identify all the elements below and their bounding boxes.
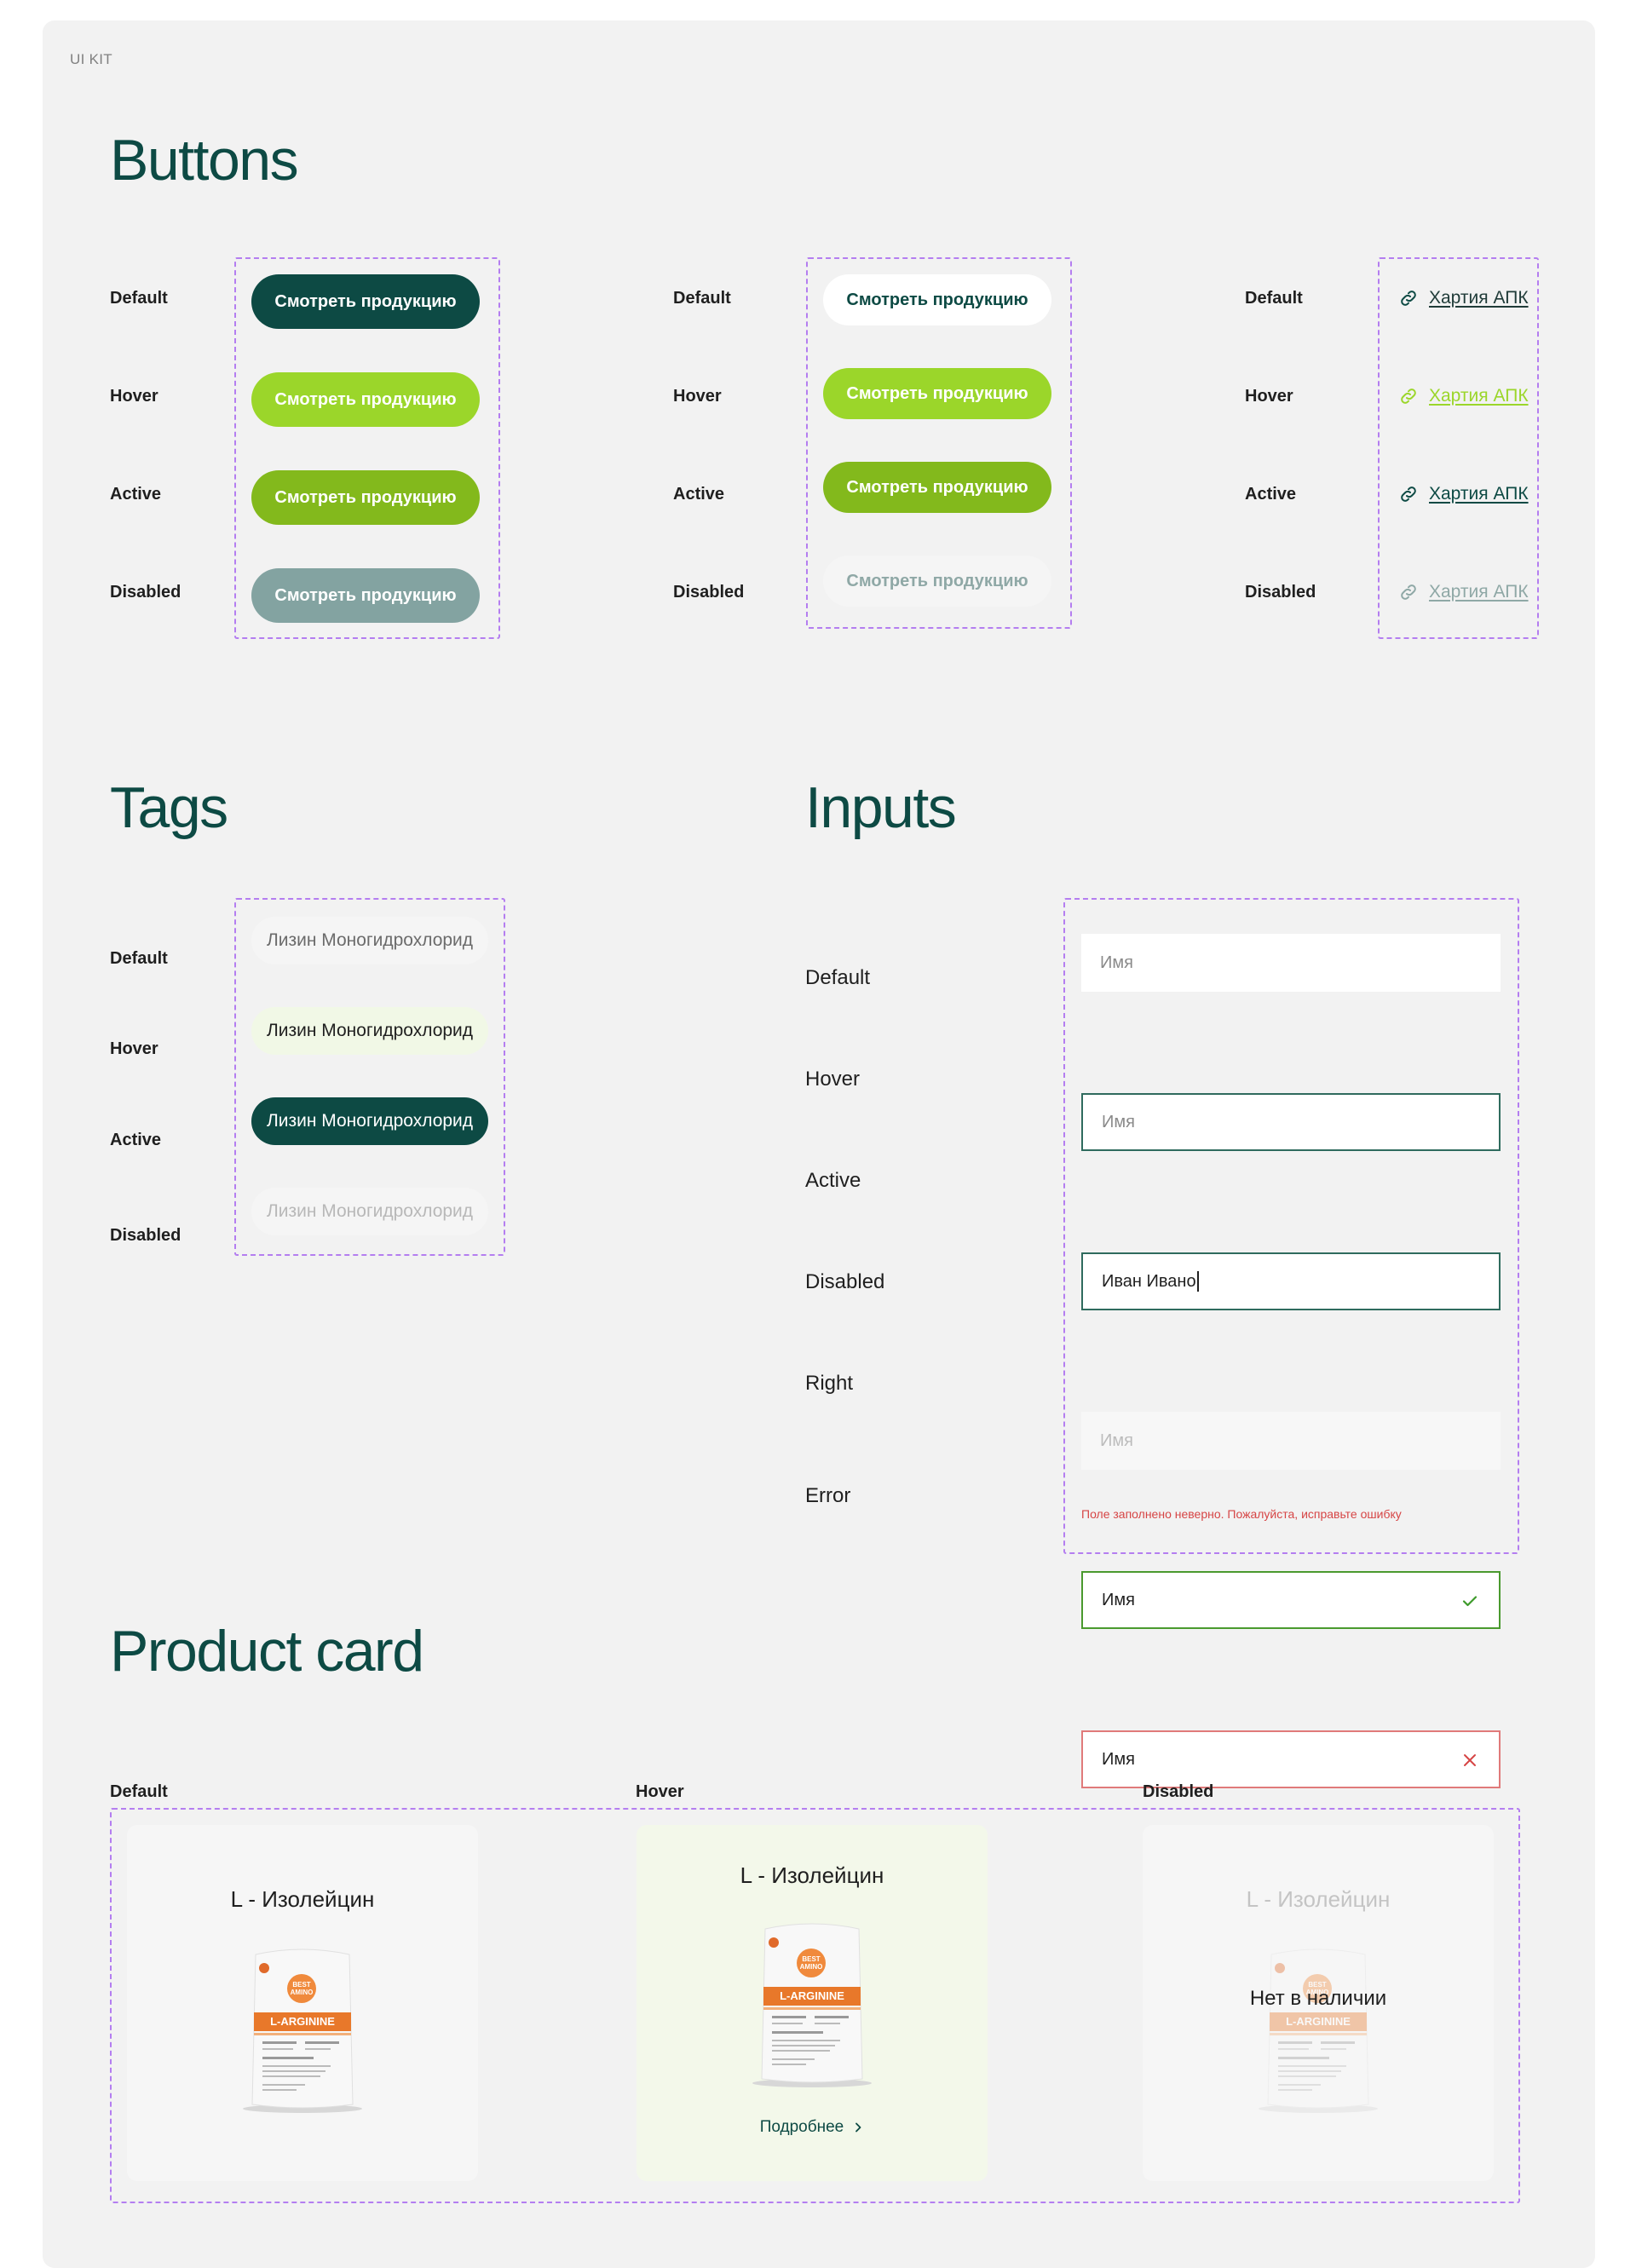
close-icon [1464,1754,1476,1766]
svg-text:L-ARGININE: L-ARGININE [780,1989,844,2002]
svg-text:BEST: BEST [802,1955,820,1963]
input-state-label: Default [805,966,871,989]
product-bag-image: BEST AMINO L-ARGININE [752,1923,872,2087]
state-label: Hover [1245,387,1293,406]
link-default[interactable]: Хартия АПК [1398,288,1529,308]
secondary-buttons-group: Смотреть продукцию Смотреть продукцию См… [806,257,1072,629]
text-cursor [1196,1271,1199,1292]
input-value: Иван Ивано [1102,1271,1196,1291]
product-card-section-title: Product card [110,1619,424,1684]
link-buttons-group: Хартия АПК Хартия АПК Хартия АПК Хартия … [1378,257,1539,639]
input-value: Имя [1102,1590,1135,1609]
state-label: Disabled [673,583,745,602]
state-label: Active [110,1131,162,1149]
name-input-active[interactable]: Иван Ивано [1081,1252,1501,1310]
inputs-section-title: Inputs [805,775,957,840]
state-label: Active [110,485,162,504]
card-state-label: Disabled [1143,1782,1214,1801]
state-label: Active [1245,485,1297,504]
tags-section-title: Tags [110,775,228,840]
tag-hover[interactable]: Лизин Моногидрохлорид [251,1007,488,1055]
input-value: Имя [1102,1749,1135,1769]
state-label: Default [673,289,731,308]
buttons-section-title: Buttons [110,128,299,193]
product-name: L - Изолейцин [1246,1886,1391,1912]
input-placeholder: Имя [1100,953,1133,972]
tag-disabled: Лизин Моногидрохлорид [251,1188,488,1235]
state-label: Hover [673,387,722,406]
tag-default[interactable]: Лизин Моногидрохлорид [251,917,488,964]
state-label: Default [1245,289,1303,308]
more-link-label: Подробнее [759,2118,844,2136]
chevron-right-icon [855,2122,861,2133]
input-placeholder: Имя [1100,1430,1133,1450]
state-label: Disabled [110,1226,181,1245]
product-name: L - Изолейцин [740,1862,884,1888]
tag-active[interactable]: Лизин Моногидрохлорид [251,1097,488,1145]
input-state-label: Active [805,1169,861,1192]
ui-kit-board: UI KIT Buttons Default Hover Active Disa… [43,20,1595,2268]
input-placeholder: Имя [1102,1112,1135,1131]
primary-button-hover[interactable]: Смотреть продукцию [251,372,480,427]
svg-text:L-ARGININE: L-ARGININE [270,2015,335,2028]
link-icon [1401,291,1416,306]
secondary-button-hover[interactable]: Смотреть продукцию [823,368,1051,419]
state-label: Active [673,485,725,504]
name-input-default[interactable]: Имя [1081,934,1501,992]
name-input-error[interactable]: Имя [1081,1730,1501,1788]
primary-button-disabled: Смотреть продукцию [251,568,480,623]
input-state-label: Right [805,1372,854,1395]
tags-group: Лизин Моногидрохлорид Лизин Моногидрохло… [234,898,505,1256]
out-of-stock-label: Нет в наличии [1249,1987,1387,2010]
card-state-label: Default [110,1782,168,1801]
secondary-button-active[interactable]: Смотреть продукцию [823,462,1051,513]
product-bag-image: BEST AMINO L-ARGININE [243,1949,362,2113]
svg-text:BEST: BEST [292,1981,310,1989]
inputs-group: Имя Имя Иван Ивано Имя Имя Имя Поле запо… [1063,898,1519,1788]
kit-label: UI KIT [70,51,112,67]
input-state-label: Hover [805,1068,861,1091]
name-input-disabled: Имя [1081,1412,1501,1470]
link-hover[interactable]: Хартия АПК [1398,386,1529,406]
product-card-default[interactable]: L - Изолейцин BEST AMINO L-ARGININE [127,1825,478,2181]
state-label: Disabled [110,583,181,602]
state-label: Disabled [1245,583,1316,602]
state-label: Hover [110,1039,158,1058]
link-label: Хартия АПК [1429,288,1529,308]
product-cards-group: L - Изолейцин BEST AMINO L-ARGININE L - … [110,1808,1520,2203]
link-icon [1401,584,1416,600]
input-state-label: Error [805,1484,851,1507]
state-label: Default [110,949,168,968]
product-name: L - Изолейцин [230,1886,375,1912]
link-label: Хартия АПК [1429,386,1529,406]
checkmark-icon [1462,1596,1478,1607]
card-state-label: Hover [636,1782,684,1801]
primary-button-default[interactable]: Смотреть продукцию [251,274,480,329]
svg-text:AMINO: AMINO [291,1989,314,1996]
primary-buttons-group: Смотреть продукцию Смотреть продукцию См… [234,257,500,639]
link-icon [1401,389,1416,404]
secondary-button-disabled: Смотреть продукцию [823,555,1051,607]
product-bag-image: BEST AMINO L-ARGININE [1259,1949,1378,2113]
svg-text:L-ARGININE: L-ARGININE [1286,2015,1351,2028]
name-input-right[interactable]: Имя [1081,1571,1501,1629]
error-message: Поле заполнено неверно. Пожалуйста, испр… [1081,1507,1402,1521]
link-label: Хартия АПК [1429,484,1529,504]
secondary-button-default[interactable]: Смотреть продукцию [823,274,1051,325]
link-active[interactable]: Хартия АПК [1398,484,1529,504]
input-state-label: Disabled [805,1270,885,1293]
name-input-hover[interactable]: Имя [1081,1093,1501,1151]
product-card-hover[interactable]: L - Изолейцин BEST AMINO L-ARGININE Подр… [637,1825,988,2181]
more-link[interactable]: Подробнее [637,2118,988,2137]
link-icon [1401,486,1416,502]
primary-button-active[interactable]: Смотреть продукцию [251,470,480,525]
svg-text:AMINO: AMINO [800,1963,823,1971]
state-label: Default [110,289,168,308]
link-label: Хартия АПК [1429,582,1529,602]
product-card-disabled: L - Изолейцин BEST AMINO L-ARGININE Нет … [1143,1825,1494,2181]
link-disabled: Хартия АПК [1398,582,1529,602]
state-label: Hover [110,387,158,406]
